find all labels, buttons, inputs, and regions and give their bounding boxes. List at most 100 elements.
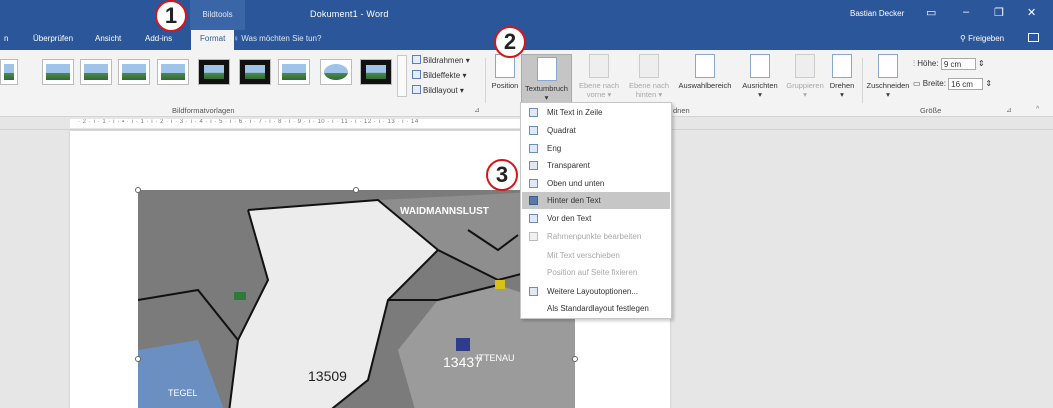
menu-item-move-with-text[interactable]: Mit Text verschieben: [522, 247, 670, 264]
menu-item-set-default[interactable]: Als Standardlayout festlegen: [522, 300, 670, 317]
menu-item-square[interactable]: Quadrat: [522, 122, 670, 139]
width-input[interactable]: 16 cm: [948, 78, 984, 90]
picture-style-thumb[interactable]: [0, 59, 18, 85]
menu-item-in-front[interactable]: Vor den Text: [522, 210, 670, 227]
height-icon: ⫶: [913, 59, 915, 69]
align-button[interactable]: Ausrichten ▾: [736, 54, 784, 99]
send-backward-button[interactable]: Ebene nach hinten ▾: [624, 54, 674, 99]
height-input[interactable]: 9 cm: [940, 58, 976, 70]
divider: [862, 58, 863, 103]
group-icon: [795, 54, 815, 78]
group-label-arrange: dnen: [673, 106, 690, 115]
selection-pane-icon: [695, 54, 715, 78]
crop-icon: [878, 54, 898, 78]
send-backward-icon: [639, 54, 659, 78]
picture-style-thumb[interactable]: [198, 59, 230, 85]
dialog-launcher-icon[interactable]: ⊿: [474, 106, 480, 114]
tab-review[interactable]: Überprüfen: [33, 34, 73, 43]
layout-icon: [412, 85, 421, 94]
wrap-inline-icon: [529, 108, 538, 117]
height-control: ⫶ Höhe: 9 cm ⇕: [913, 58, 985, 70]
wrap-front-icon: [529, 214, 538, 223]
divider: [485, 58, 486, 103]
wrap-top-bottom-icon: [529, 179, 538, 188]
maximize-icon[interactable]: ❐: [994, 6, 1004, 19]
wrap-tight-icon: [529, 144, 538, 153]
tell-me-label: Was möchten Sie tun?: [241, 34, 322, 43]
map-label-tegel: TEGEL: [168, 388, 198, 398]
user-name[interactable]: Bastian Decker: [850, 9, 904, 18]
wrap-text-button[interactable]: Textumbruch ▾: [521, 54, 572, 107]
bring-forward-button[interactable]: Ebene nach vorne ▾: [574, 54, 624, 99]
ribbon-display-icon[interactable]: ▭: [926, 6, 936, 19]
menu-item-tight[interactable]: Eng: [522, 140, 670, 157]
picture-border-button[interactable]: Bildrahmen ▾: [412, 55, 470, 65]
close-icon[interactable]: ✕: [1027, 6, 1036, 19]
rotate-button[interactable]: Drehen ▾: [826, 54, 858, 99]
menu-item-through[interactable]: Transparent: [522, 157, 670, 174]
tab-view[interactable]: Ansicht: [95, 34, 121, 43]
picture-style-thumb[interactable]: [239, 59, 271, 85]
width-icon: ▭: [913, 79, 921, 89]
map-label-waidmannslust: WAIDMANNSLUST: [400, 206, 489, 217]
map-label-13509: 13509: [308, 368, 347, 384]
group-label-size: Größe: [920, 106, 942, 115]
group-label-picture-styles: Bildformatvorlagen: [172, 106, 235, 115]
picture-style-thumb[interactable]: [80, 59, 112, 85]
share-label: Freigeben: [968, 34, 1005, 43]
picture-layout-button[interactable]: Bildlayout ▾: [412, 85, 464, 95]
context-tab-picture-tools: Bildtools: [190, 0, 245, 30]
gallery-scroll[interactable]: [397, 55, 407, 97]
wrap-square-icon: [529, 126, 538, 135]
ribbon-tabs: n Überprüfen Ansicht Add-ins Format ♀ Wa…: [0, 30, 1053, 50]
wrap-behind-icon: [529, 196, 538, 205]
map-label-ittenau: ITTENAU: [476, 353, 515, 363]
selection-pane-button[interactable]: Auswahlbereich: [674, 54, 736, 90]
map-graphic: [138, 190, 575, 408]
share-button[interactable]: ⚲ Freigeben: [960, 34, 1004, 43]
collapse-ribbon-icon[interactable]: ^: [1036, 106, 1039, 113]
menu-item-top-bottom[interactable]: Oben und unten: [522, 175, 670, 192]
resize-handle[interactable]: [135, 356, 141, 362]
menu-item-more-layout[interactable]: Weitere Layoutoptionen...: [522, 283, 670, 300]
resize-handle[interactable]: [353, 187, 359, 193]
resize-handle[interactable]: [572, 356, 578, 362]
menu-item-behind-text[interactable]: Hinter den Text: [522, 192, 670, 209]
person-icon: ⚲: [960, 34, 966, 43]
minimize-icon[interactable]: –: [963, 6, 969, 18]
callout-3: 3: [486, 159, 518, 191]
size-dialog-launcher-icon[interactable]: ⊿: [1006, 106, 1012, 114]
position-button[interactable]: Position: [489, 54, 521, 90]
crop-button[interactable]: Zuschneiden ▾: [864, 54, 912, 99]
tab-addins[interactable]: Add-ins: [145, 34, 172, 43]
tab-partial[interactable]: n: [4, 34, 8, 43]
tab-format[interactable]: Format: [191, 30, 235, 50]
align-icon: [750, 54, 770, 78]
lightbulb-icon: ♀: [233, 34, 239, 43]
picture-style-thumb[interactable]: [278, 59, 310, 85]
width-control: ▭ Breite: 16 cm ⇕: [913, 78, 993, 90]
picture-style-thumb[interactable]: [320, 59, 352, 85]
callout-1: 1: [155, 0, 187, 32]
menu-item-fix-position[interactable]: Position auf Seite fixieren: [522, 264, 670, 281]
word-window: Bildtools Dokument1 - Word Bastian Decke…: [0, 0, 1053, 408]
picture-style-thumb[interactable]: [118, 59, 150, 85]
map-image[interactable]: WAIDMANNSLUST TEGEL 13509 13437 ITTENAU: [138, 190, 575, 408]
menu-item-edit-wrap-points[interactable]: Rahmenpunkte bearbeiten: [522, 228, 670, 245]
effects-icon: [412, 70, 421, 79]
menu-item-inline[interactable]: Mit Text in Zeile: [522, 104, 670, 121]
resize-handle[interactable]: [135, 187, 141, 193]
wrap-text-icon: [536, 57, 557, 81]
document-title: Dokument1 - Word: [310, 9, 389, 19]
group-button[interactable]: Gruppieren ▾: [784, 54, 826, 99]
comment-icon[interactable]: [1028, 33, 1039, 42]
picture-style-thumb[interactable]: [360, 59, 392, 85]
wrap-text-menu: Mit Text in Zeile Quadrat Eng Transparen…: [520, 102, 672, 319]
wrap-through-icon: [529, 161, 538, 170]
picture-style-thumb[interactable]: [42, 59, 74, 85]
tell-me-search[interactable]: ♀ Was möchten Sie tun?: [233, 34, 321, 43]
border-icon: [412, 55, 421, 64]
layout-options-icon: [529, 287, 538, 296]
picture-style-thumb[interactable]: [157, 59, 189, 85]
picture-effects-button[interactable]: Bildeffekte ▾: [412, 70, 466, 80]
